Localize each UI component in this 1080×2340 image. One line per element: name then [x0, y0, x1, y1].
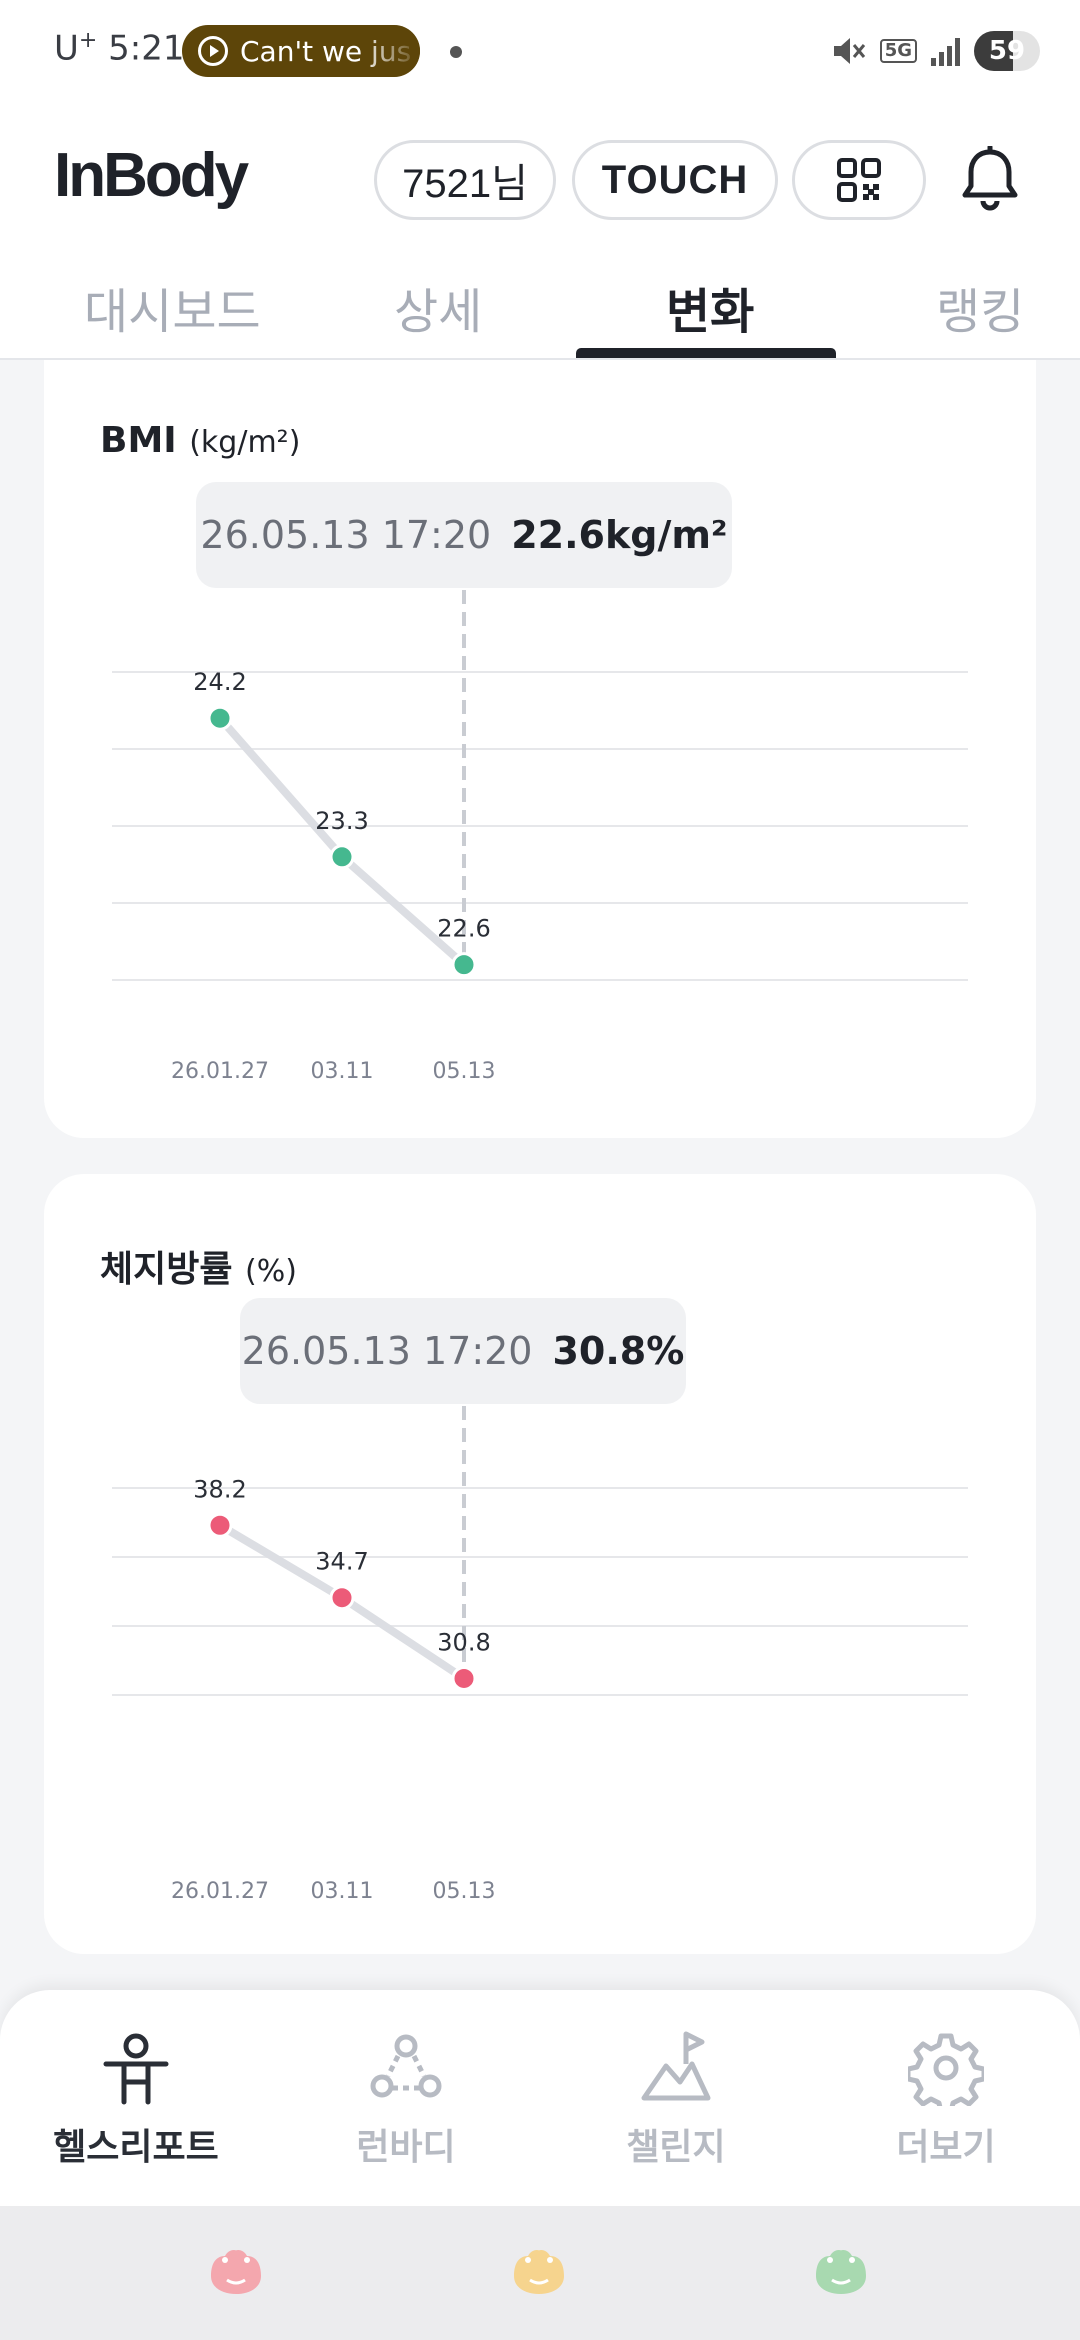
body-fat-data-point: [451, 1665, 477, 1691]
bmi-data-point: [451, 952, 477, 978]
bottom-navigation: 헬스리포트 런바디 챌린지 더보기: [0, 1990, 1080, 2206]
play-icon: [198, 36, 228, 66]
tab-change[interactable]: 변화: [666, 272, 754, 342]
bmi-data-label: 23.3: [315, 807, 368, 835]
bmi-series-line: [216, 714, 468, 969]
tab-dashboard[interactable]: 대시보드: [84, 272, 261, 342]
battery-indicator: 59: [974, 31, 1040, 71]
inbody-logo: InBody: [54, 141, 249, 210]
tab-detail[interactable]: 상세: [394, 272, 482, 342]
network-type: 5G: [879, 39, 917, 63]
tab-ranking[interactable]: 랭킹: [936, 272, 1024, 342]
app-header: InBody 7521님 TOUCH 대시보드 상세 변화 랭킹: [0, 100, 1080, 360]
body-fat-data-point: [207, 1512, 233, 1538]
nav-runbody-label: 런바디: [356, 2127, 456, 2168]
frog-icon-pink[interactable]: [205, 2246, 267, 2298]
nav-more-label: 더보기: [896, 2127, 996, 2168]
body-fat-x-tick-label: 05.13: [433, 1879, 496, 1904]
signal-icon: [931, 36, 960, 66]
bmi-data-point: [329, 844, 355, 870]
active-tab-indicator: [576, 348, 836, 358]
nav-challenge-label: 챌린지: [626, 2127, 726, 2168]
nav-health-report[interactable]: 헬스리포트: [16, 2030, 256, 2170]
bmi-card: BMI (kg/m²) 26.05.13 17:20 22.6kg/m² 24.…: [44, 360, 1036, 1138]
touch-button[interactable]: TOUCH: [572, 140, 778, 220]
bmi-data-point: [207, 705, 233, 731]
body-fat-data-label: 38.2: [193, 1475, 246, 1503]
nav-challenge[interactable]: 챌린지: [556, 2030, 796, 2170]
nav-runbody[interactable]: 런바디: [286, 2030, 526, 2170]
body-fat-chart[interactable]: 38.2 26.01.27 34.7 03.11 30.8 05.13: [44, 1174, 1036, 1954]
person-icon: [103, 2033, 169, 2105]
body-fat-x-tick-label: 03.11: [311, 1879, 374, 1904]
body-fat-card: 체지방률 (%) 26.05.13 17:20 30.8% 38.2 26.01.…: [44, 1174, 1036, 1954]
bmi-x-tick-label: 03.11: [311, 1059, 374, 1084]
qr-button[interactable]: [792, 140, 926, 220]
status-bar: U+ 5:21 Can't we jus 5G 59: [0, 0, 1080, 100]
nav-more[interactable]: 더보기: [826, 2030, 1066, 2170]
bmi-data-label: 22.6: [437, 915, 490, 943]
body-fat-data-label: 34.7: [315, 1548, 368, 1576]
user-button[interactable]: 7521님: [374, 140, 556, 220]
community-icon: [370, 2034, 442, 2098]
bmi-x-tick-label: 05.13: [433, 1059, 496, 1084]
clock: 5:21: [108, 28, 185, 69]
qr-code-icon: [837, 158, 881, 202]
system-navigation-bar: [0, 2206, 1080, 2340]
body-fat-x-tick-label: 26.01.27: [171, 1879, 269, 1904]
media-playback-chip[interactable]: Can't we jus: [182, 25, 420, 77]
challenge-flag-icon: [641, 2031, 711, 2101]
body-fat-data-point: [329, 1585, 355, 1611]
bmi-chart[interactable]: 24.2 26.01.27 23.3 03.11 22.6 05.13: [44, 360, 1036, 1138]
gear-icon: [908, 2033, 984, 2106]
frog-icon-yellow[interactable]: [508, 2246, 570, 2298]
mute-icon: [833, 38, 865, 64]
body-fat-data-label: 30.8: [437, 1628, 490, 1656]
bmi-data-label: 24.2: [193, 668, 246, 696]
nav-health-report-label: 헬스리포트: [53, 2127, 219, 2168]
carrier-label: U+ 5:21: [54, 28, 185, 69]
tab-bar: 대시보드 상세 변화 랭킹: [0, 260, 1080, 360]
bmi-x-tick-label: 26.01.27: [171, 1059, 269, 1084]
notification-dot: [450, 46, 462, 58]
bell-icon[interactable]: [960, 146, 1020, 212]
frog-icon-green[interactable]: [810, 2246, 872, 2298]
